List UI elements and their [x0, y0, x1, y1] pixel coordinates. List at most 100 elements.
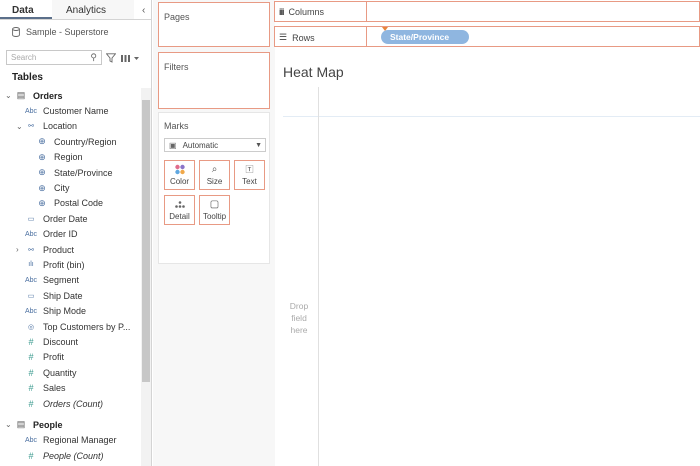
view-options-icon[interactable]: [120, 53, 140, 63]
pages-card[interactable]: Pages: [158, 2, 270, 47]
table-header[interactable]: ⌄ ▤ People: [0, 417, 140, 432]
color-label: Color: [169, 177, 190, 186]
field-item[interactable]: Abc Order ID: [0, 227, 140, 242]
size-button[interactable]: ⌕ Size: [199, 160, 230, 190]
measure-icon: #: [28, 398, 34, 409]
rows-icon: ☰: [279, 32, 288, 42]
field-item[interactable]: ⊕ State/Province: [0, 165, 140, 180]
table-icon: ▤: [16, 90, 26, 101]
header-divider: [283, 116, 700, 117]
globe-icon: ⊕: [38, 182, 46, 193]
field-label: Discount: [43, 336, 79, 347]
field-item[interactable]: ⊕ Country/Region: [0, 134, 140, 149]
marks-card: Marks ▣ Automatic ▼ Color ⌕ Size 🅃 Text: [158, 112, 270, 264]
search-placeholder: Search: [11, 53, 37, 62]
field-item[interactable]: › ⚯ Product: [0, 242, 140, 257]
field-item[interactable]: ılı Profit (bin): [0, 257, 140, 272]
field-label: Profit (bin): [43, 259, 85, 270]
columns-shelf[interactable]: iii Columns: [274, 1, 700, 22]
chevron-down-icon: ▼: [255, 141, 262, 149]
field-item[interactable]: Abc Regional Manager: [0, 433, 140, 448]
field-label: State/Province: [54, 167, 113, 178]
field-item[interactable]: ▭ Ship Date: [0, 288, 140, 303]
field-item[interactable]: Abc Customer Name: [0, 103, 140, 118]
field-label: Region: [54, 152, 83, 163]
field-item[interactable]: # Discount: [0, 334, 140, 349]
field-label: People: [33, 419, 63, 430]
text-label: Text: [242, 177, 257, 186]
search-input[interactable]: Search ⚲: [6, 50, 102, 65]
expand-icon[interactable]: ›: [16, 245, 19, 254]
detail-button[interactable]: Detail: [164, 195, 195, 225]
mark-type-icon: ▣: [169, 140, 177, 150]
field-item[interactable]: ⊕ City: [0, 180, 140, 195]
field-item[interactable]: # Sales: [0, 380, 140, 395]
field-label: Quantity: [43, 367, 77, 378]
scrollbar-thumb[interactable]: [142, 100, 150, 382]
color-icon: [174, 164, 185, 175]
measure-icon: #: [28, 352, 34, 363]
color-button[interactable]: Color: [164, 160, 195, 190]
field-item[interactable]: ◎ Top Customers by P...: [0, 319, 140, 334]
calendar-icon: ▭: [27, 215, 35, 223]
tab-analytics[interactable]: Analytics: [52, 0, 134, 19]
mark-type-value: Automatic: [182, 140, 219, 150]
field-label: Order Date: [43, 213, 88, 224]
datasource[interactable]: Sample - Superstore: [12, 27, 109, 37]
field-item[interactable]: Abc Ship Mode: [0, 303, 140, 318]
field-item[interactable]: ⊕ Region: [0, 150, 140, 165]
set-icon: ◎: [27, 323, 35, 331]
table-header[interactable]: ⌄ ▤ Orders: [0, 88, 140, 103]
field-label: Postal Code: [54, 198, 104, 209]
field-item[interactable]: # Orders (Count): [0, 396, 140, 411]
field-list-scrollbar[interactable]: [141, 88, 151, 466]
mark-type-dropdown[interactable]: ▣ Automatic ▼: [164, 138, 266, 152]
detail-label: Detail: [169, 212, 190, 221]
field-label: Product: [43, 244, 75, 255]
collapse-pane-icon[interactable]: ‹: [142, 5, 145, 16]
calendar-icon: ▭: [27, 292, 35, 300]
abc-icon: Abc: [24, 107, 38, 115]
field-label: Profit: [43, 352, 65, 363]
data-pane: Data Analytics ‹ Sample - Superstore Sea…: [0, 0, 152, 466]
columns-shelf-label: iii Columns: [279, 7, 324, 17]
field-item[interactable]: # Profit: [0, 350, 140, 365]
search-icon: ⚲: [90, 52, 97, 62]
field-label: Regional Manager: [43, 435, 117, 446]
field-item[interactable]: Abc Segment: [0, 273, 140, 288]
filters-card[interactable]: Filters: [158, 52, 270, 109]
field-item[interactable]: ▭ Order Date: [0, 211, 140, 226]
columns-icon: iii: [279, 7, 284, 17]
field-item[interactable]: # People (Count): [0, 448, 140, 463]
field-label: Segment: [43, 275, 80, 286]
collapse-icon[interactable]: ⌄: [5, 420, 12, 429]
field-item[interactable]: # Quantity: [0, 365, 140, 380]
field-label: Sales: [43, 383, 66, 394]
tab-data[interactable]: Data: [0, 0, 52, 19]
filter-icon[interactable]: [106, 52, 116, 63]
field-label: Orders: [33, 90, 63, 101]
collapse-icon[interactable]: ⌄: [5, 91, 12, 100]
shelf-divider: [366, 27, 367, 46]
drop-field-zone[interactable]: Drop field here: [284, 300, 314, 336]
size-label: Size: [206, 177, 223, 186]
field-item[interactable]: ⌄ ⚯ Location: [0, 119, 140, 134]
tooltip-icon: ▢: [209, 199, 220, 210]
field-label: Top Customers by P...: [43, 321, 131, 332]
view-title[interactable]: Heat Map: [283, 64, 344, 80]
tooltip-button[interactable]: ▢ Tooltip: [199, 195, 230, 225]
field-label: City: [54, 183, 70, 194]
field-item[interactable]: ⊕ Postal Code: [0, 196, 140, 211]
marks-card-title: Marks: [164, 121, 189, 131]
size-icon: ⌕: [211, 164, 218, 175]
text-button[interactable]: 🅃 Text: [234, 160, 265, 190]
state-province-pill[interactable]: State/Province: [381, 30, 469, 44]
collapse-icon[interactable]: ⌄: [16, 122, 23, 131]
field-list: ⌄ ▤ Orders Abc Customer Name ⌄ ⚯ Location ⊕ Count…: [0, 88, 140, 463]
rows-shelf[interactable]: ☰ Rows State/Province: [274, 26, 700, 47]
table-icon: ▤: [16, 419, 26, 430]
hierarchy-icon: ⚯: [28, 123, 34, 131]
field-label: Location: [43, 121, 78, 132]
shelf-divider: [366, 2, 367, 21]
bin-icon: ılı: [28, 261, 34, 269]
